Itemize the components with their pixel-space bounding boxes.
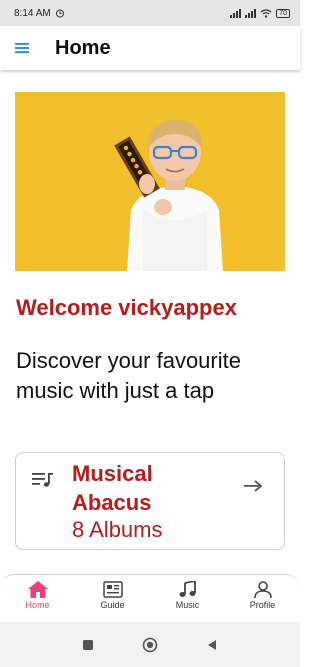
back-button[interactable] bbox=[206, 639, 218, 651]
album-card-count: 8 Albums bbox=[72, 517, 163, 542]
music-note-icon bbox=[179, 581, 196, 597]
profile-icon bbox=[253, 581, 272, 598]
bottom-navigation: Home Guide Music Profile bbox=[0, 574, 300, 620]
hero-image bbox=[15, 92, 285, 271]
home-button[interactable] bbox=[142, 637, 158, 653]
wifi-icon bbox=[260, 8, 272, 18]
arrow-right-icon bbox=[244, 480, 262, 492]
nav-label-profile: Profile bbox=[249, 600, 276, 610]
tagline-text: Discover your favourite music with just … bbox=[16, 348, 241, 403]
battery-indicator: 70 bbox=[276, 8, 290, 18]
nav-item-profile[interactable]: Profile bbox=[225, 575, 300, 620]
nav-item-music[interactable]: Music bbox=[150, 575, 225, 620]
menu-button[interactable] bbox=[0, 26, 44, 70]
nav-item-guide[interactable]: Guide bbox=[75, 575, 150, 620]
menu-icon bbox=[15, 43, 29, 53]
status-time: 8:14 AM bbox=[14, 7, 51, 19]
app-bar: Home bbox=[0, 26, 300, 70]
status-bar: 8:14 AM 70 bbox=[0, 0, 300, 26]
alarm-icon bbox=[55, 9, 64, 18]
signal-icon bbox=[230, 8, 242, 18]
welcome-heading: Welcome vickyappex bbox=[16, 295, 237, 320]
nav-item-home[interactable]: Home bbox=[0, 575, 75, 620]
nav-label-music: Music bbox=[175, 600, 200, 610]
playlist-icon bbox=[32, 473, 53, 487]
guide-icon bbox=[102, 581, 123, 598]
recents-button[interactable] bbox=[82, 639, 94, 651]
home-icon bbox=[27, 581, 48, 598]
signal-icon bbox=[245, 8, 257, 18]
nav-label-home: Home bbox=[25, 600, 50, 610]
nav-label-guide: Guide bbox=[100, 600, 125, 610]
album-card-title: Musical Abacus bbox=[72, 461, 153, 515]
page-title: Home bbox=[55, 36, 111, 59]
album-card-musical-abacus[interactable]: Musical Abacus 8 Albums bbox=[15, 452, 285, 550]
system-navigation-bar bbox=[0, 622, 300, 667]
